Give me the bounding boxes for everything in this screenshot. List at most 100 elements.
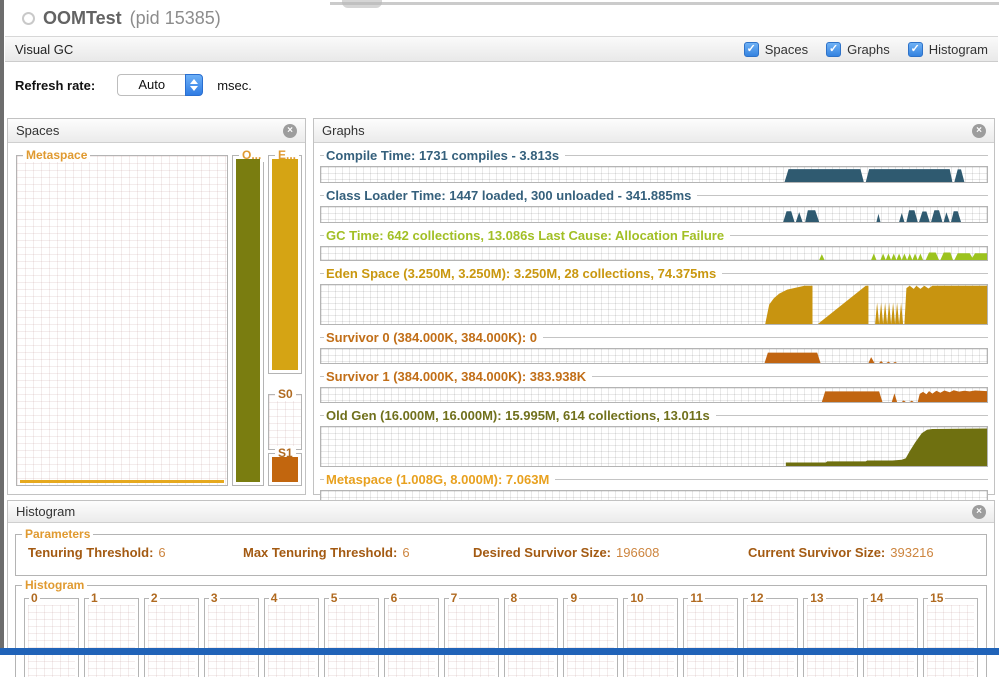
- app-title-text: OOMTest: [43, 8, 122, 29]
- stepper-icon[interactable]: [185, 74, 203, 96]
- survivor1-space-box: S1: [268, 453, 302, 486]
- checkbox-histogram-icon[interactable]: ✓: [908, 42, 923, 57]
- refresh-unit-label: msec.: [217, 78, 252, 93]
- old-gen-label: Old Gen (16.000M, 16.000M): 15.995M, 614…: [326, 408, 716, 423]
- tenuring-threshold: Tenuring Threshold:6: [28, 545, 243, 560]
- histogram-panel-title: Histogram: [16, 504, 75, 519]
- tab-visual-gc[interactable]: Visual GC: [15, 42, 73, 57]
- age-bucket-12: 12: [743, 598, 798, 677]
- age-bucket-15: 15: [923, 598, 978, 677]
- graphs-panel-title: Graphs: [322, 123, 365, 138]
- metaspace-space-label: Metaspace: [23, 148, 90, 162]
- class-loader-label: Class Loader Time: 1447 loaded, 300 unlo…: [326, 188, 697, 203]
- spaces-panel-body: Metaspace O... E... S0 S1: [8, 143, 305, 494]
- refresh-rate-combo[interactable]: Auto: [117, 74, 203, 96]
- old-gen-graph: [320, 426, 988, 467]
- max-tenuring-threshold: Max Tenuring Threshold:6: [243, 545, 473, 560]
- graphs-panel-body: Compile Time: 1731 compiles - 3.813s Cla…: [314, 143, 994, 494]
- age-bucket-6: 6: [384, 598, 439, 677]
- survivor0-label: Survivor 0 (384.000K, 384.000K): 0: [326, 330, 543, 345]
- compile-time-row-header: Compile Time: 1731 compiles - 3.813s: [320, 149, 988, 162]
- histogram-panel: Histogram × Parameters Tenuring Threshol…: [7, 500, 995, 655]
- desired-survivor-size: Desired Survivor Size:196608: [473, 545, 748, 560]
- age-bucket-14: 14: [863, 598, 918, 677]
- gc-time-row-header: GC Time: 642 collections, 13.086s Last C…: [320, 229, 988, 242]
- class-loader-graph: [320, 206, 988, 223]
- survivor0-graph: [320, 348, 988, 364]
- compile-time-graph: [320, 166, 988, 183]
- age-bucket-8: 8: [504, 598, 559, 677]
- refresh-toolbar: Refresh rate: Auto msec.: [5, 63, 998, 107]
- bottom-window-bar: [0, 648, 999, 655]
- spaces-panel: Spaces × Metaspace O... E... S0 S1: [7, 118, 306, 495]
- checkbox-spaces-label: Spaces: [765, 42, 808, 57]
- parameters-group-label: Parameters: [22, 527, 93, 541]
- refresh-rate-label: Refresh rate:: [15, 78, 95, 93]
- histogram-panel-body: Parameters Tenuring Threshold:6 Max Tenu…: [8, 523, 994, 655]
- age-bucket-0: 0: [24, 598, 79, 677]
- old-gen-space-box: O...: [232, 155, 264, 486]
- histogram-group-label: Histogram: [22, 578, 87, 592]
- compile-time-label: Compile Time: 1731 compiles - 3.813s: [326, 148, 565, 163]
- graphs-panel: Graphs × Compile Time: 1731 compiles - 3…: [313, 118, 995, 495]
- spaces-panel-header: Spaces ×: [8, 119, 305, 143]
- metaspace-usage-bar: [20, 480, 224, 483]
- old-gen-row-header: Old Gen (16.000M, 16.000M): 15.995M, 614…: [320, 409, 988, 422]
- eden-space-label: Eden Space (3.250M, 3.250M): 3.250M, 28 …: [326, 266, 722, 281]
- checkbox-graphs-label: Graphs: [847, 42, 890, 57]
- spaces-panel-title: Spaces: [16, 123, 59, 138]
- age-buckets: 0 1 2 3 4 5 6 7 8 9 10 11 12 13 14 15: [24, 598, 978, 677]
- age-bucket-10: 10: [623, 598, 678, 677]
- histogram-panel-header: Histogram ×: [8, 501, 994, 523]
- age-bucket-9: 9: [563, 598, 618, 677]
- metaspace-label: Metaspace (1.008G, 8.000M): 7.063M: [326, 472, 555, 487]
- current-survivor-size: Current Survivor Size:393216: [748, 545, 934, 560]
- age-bucket-1: 1: [84, 598, 139, 677]
- view-toggles: ✓ Spaces ✓ Graphs ✓ Histogram: [744, 42, 988, 57]
- window-left-edge: [0, 0, 4, 655]
- close-icon[interactable]: ×: [972, 505, 986, 519]
- age-bucket-3: 3: [204, 598, 259, 677]
- window-top-shadow: [342, 0, 382, 8]
- old-gen-usage-bar: [236, 159, 260, 482]
- checkbox-graphs-icon[interactable]: ✓: [826, 42, 841, 57]
- metaspace-space-box: Metaspace: [16, 155, 228, 486]
- close-icon[interactable]: ×: [972, 124, 986, 138]
- app-title-pid: (pid 15385): [130, 8, 221, 29]
- checkbox-spaces[interactable]: ✓ Spaces: [744, 42, 808, 57]
- status-dot-icon: [22, 12, 35, 25]
- tab-bar: Visual GC ✓ Spaces ✓ Graphs ✓ Histogram: [5, 36, 998, 62]
- gc-time-graph: [320, 246, 988, 261]
- eden-space-graph: [320, 284, 988, 325]
- refresh-rate-value[interactable]: Auto: [117, 74, 185, 96]
- age-bucket-11: 11: [683, 598, 738, 677]
- window-top-divider: [330, 2, 999, 5]
- window-title: OOMTest (pid 15385): [22, 8, 221, 29]
- age-bucket-7: 7: [444, 598, 499, 677]
- survivor0-space-label: S0: [275, 387, 296, 401]
- class-loader-row-header: Class Loader Time: 1447 loaded, 300 unlo…: [320, 189, 988, 202]
- close-icon[interactable]: ×: [283, 124, 297, 138]
- checkbox-spaces-icon[interactable]: ✓: [744, 42, 759, 57]
- survivor1-graph: [320, 387, 988, 403]
- histogram-group: Histogram 0 1 2 3 4 5 6 7 8 9 10 11 12 1…: [15, 585, 987, 677]
- survivor1-label: Survivor 1 (384.000K, 384.000K): 383.938…: [326, 369, 592, 384]
- gc-time-label: GC Time: 642 collections, 13.086s Last C…: [326, 228, 730, 243]
- checkbox-graphs[interactable]: ✓ Graphs: [826, 42, 890, 57]
- survivor0-space-box: S0: [268, 394, 302, 450]
- metaspace-row-header: Metaspace (1.008G, 8.000M): 7.063M: [320, 473, 988, 486]
- survivor1-usage-bar: [272, 457, 298, 482]
- age-bucket-4: 4: [264, 598, 319, 677]
- graphs-panel-header: Graphs ×: [314, 119, 994, 143]
- parameters-group: Parameters Tenuring Threshold:6 Max Tenu…: [15, 534, 987, 576]
- survivor0-row-header: Survivor 0 (384.000K, 384.000K): 0: [320, 331, 988, 344]
- checkbox-histogram-label: Histogram: [929, 42, 988, 57]
- age-bucket-2: 2: [144, 598, 199, 677]
- checkbox-histogram[interactable]: ✓ Histogram: [908, 42, 988, 57]
- age-bucket-5: 5: [324, 598, 379, 677]
- eden-space-box: E...: [268, 155, 302, 374]
- survivor1-row-header: Survivor 1 (384.000K, 384.000K): 383.938…: [320, 370, 988, 383]
- age-bucket-13: 13: [803, 598, 858, 677]
- eden-usage-bar: [272, 159, 298, 370]
- eden-space-row-header: Eden Space (3.250M, 3.250M): 3.250M, 28 …: [320, 267, 988, 280]
